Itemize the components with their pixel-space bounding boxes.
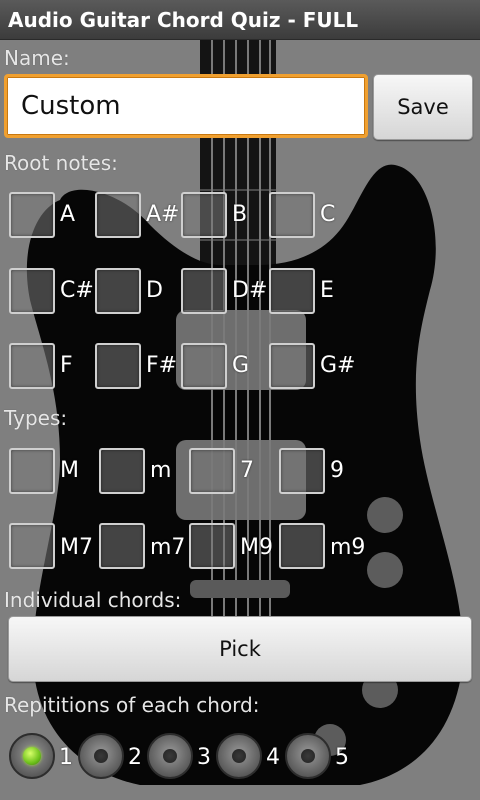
radio-indicator (163, 749, 177, 763)
type-major-label: M (60, 458, 79, 483)
repetition-4-radio[interactable] (216, 733, 262, 779)
type-minor-seventh-label: m7 (150, 535, 186, 560)
radio-indicator (232, 749, 246, 763)
repetition-1-radio[interactable] (9, 733, 55, 779)
type-minor-ninth-label: m9 (330, 535, 366, 560)
repetitions-label: Repititions of each chord: (4, 693, 260, 717)
type-major-seventh-checkbox[interactable] (9, 523, 55, 569)
root-note-a-label: A (60, 202, 76, 227)
name-input[interactable]: Custom (4, 74, 368, 138)
type-major-seventh-label: M7 (60, 535, 93, 560)
repetition-2-label: 2 (128, 745, 142, 770)
repetition-1-label: 1 (59, 745, 73, 770)
type-ninth-checkbox[interactable] (279, 448, 325, 494)
root-note-c-checkbox[interactable] (269, 192, 315, 238)
repetition-3-radio[interactable] (147, 733, 193, 779)
root-note-b-checkbox[interactable] (181, 192, 227, 238)
root-note-d-sharp-checkbox[interactable] (181, 268, 227, 314)
repetition-3-label: 3 (197, 745, 211, 770)
root-note-f-checkbox[interactable] (9, 343, 55, 389)
types-label: Types: (4, 406, 68, 430)
radio-indicator (94, 749, 108, 763)
repetition-4-label: 4 (266, 745, 280, 770)
save-button[interactable]: Save (373, 74, 473, 140)
app-title: Audio Guitar Chord Quiz - FULL (8, 8, 359, 32)
root-note-e-label: E (320, 278, 334, 303)
individual-chords-label: Individual chords: (4, 588, 182, 612)
radio-indicator (301, 749, 315, 763)
repetition-5-label: 5 (335, 745, 349, 770)
root-note-f-label: F (60, 353, 73, 378)
root-note-c-sharp-checkbox[interactable] (9, 268, 55, 314)
root-note-e-checkbox[interactable] (269, 268, 315, 314)
type-minor-seventh-checkbox[interactable] (99, 523, 145, 569)
type-ninth-label: 9 (330, 458, 344, 483)
root-note-c-sharp-label: C# (60, 278, 94, 303)
type-major-checkbox[interactable] (9, 448, 55, 494)
root-note-d-label: D (146, 278, 163, 303)
pick-button[interactable]: Pick (8, 616, 472, 682)
root-note-b-label: B (232, 202, 248, 227)
type-major-ninth-checkbox[interactable] (189, 523, 235, 569)
app-title-bar: Audio Guitar Chord Quiz - FULL (0, 0, 480, 40)
type-minor-label: m (150, 458, 172, 483)
type-minor-checkbox[interactable] (99, 448, 145, 494)
root-note-a-sharp-checkbox[interactable] (95, 192, 141, 238)
root-note-d-sharp-label: D# (232, 278, 268, 303)
root-note-a-checkbox[interactable] (9, 192, 55, 238)
name-label: Name: (4, 46, 70, 70)
root-note-g-checkbox[interactable] (181, 343, 227, 389)
type-major-ninth-label: M9 (240, 535, 273, 560)
root-note-g-sharp-label: G# (320, 353, 356, 378)
root-note-f-sharp-checkbox[interactable] (95, 343, 141, 389)
repetition-2-radio[interactable] (78, 733, 124, 779)
root-note-c-label: C (320, 202, 336, 227)
type-minor-ninth-checkbox[interactable] (279, 523, 325, 569)
root-note-f-sharp-label: F# (146, 353, 178, 378)
root-note-g-sharp-checkbox[interactable] (269, 343, 315, 389)
root-note-a-sharp-label: A# (146, 202, 180, 227)
root-note-g-label: G (232, 353, 250, 378)
type-seventh-checkbox[interactable] (189, 448, 235, 494)
root-notes-label: Root notes: (4, 151, 118, 175)
radio-selected-indicator (23, 747, 41, 765)
type-seventh-label: 7 (240, 458, 254, 483)
repetition-5-radio[interactable] (285, 733, 331, 779)
root-note-d-checkbox[interactable] (95, 268, 141, 314)
